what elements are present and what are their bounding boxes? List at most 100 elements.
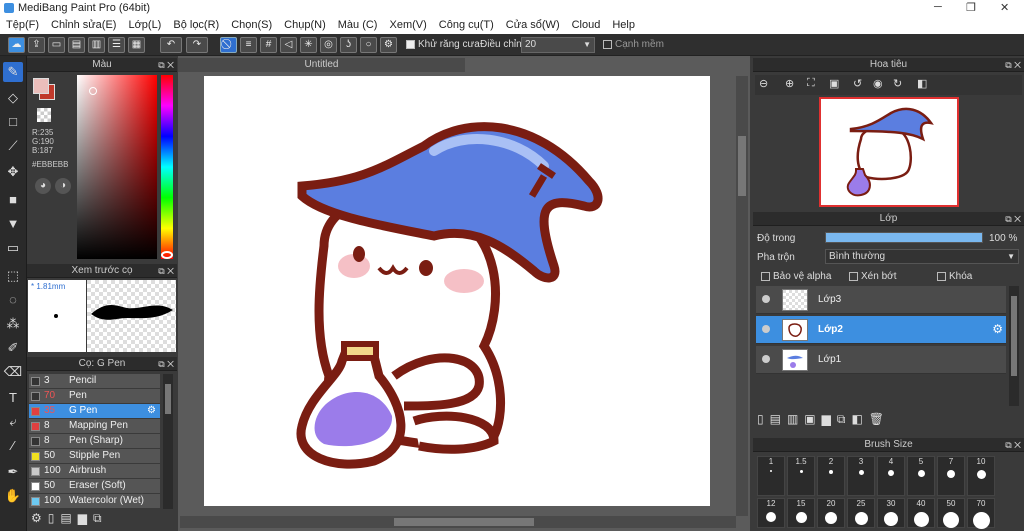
menu-layer[interactable]: Lớp(L) — [122, 19, 167, 31]
vanish-snap-icon[interactable]: ◁ — [280, 37, 297, 53]
cloud-icon[interactable]: ☁ — [8, 37, 25, 53]
saturation-value-picker[interactable] — [77, 75, 157, 259]
hue-slider[interactable] — [161, 75, 173, 259]
text-tool-icon[interactable]: T — [3, 388, 23, 408]
brush-size-option[interactable]: 40 — [907, 498, 935, 528]
panel-buttons-icon[interactable]: ⧉ ✕ — [158, 264, 174, 278]
lasso-tool-icon[interactable]: ◌ — [3, 290, 23, 310]
edge-option[interactable]: Cạnh mềm — [603, 39, 664, 50]
actual-size-icon[interactable]: ▣ — [829, 77, 839, 90]
new-8bit-layer-icon[interactable]: ▥ — [787, 412, 804, 426]
copy-icon[interactable]: ⧉ — [93, 511, 108, 525]
hand-tool-icon[interactable]: ✋ — [3, 486, 23, 506]
ellipse-snap-icon[interactable]: ○ — [360, 37, 377, 53]
brush-size-option[interactable]: 50 — [937, 498, 965, 528]
select-eraser-icon[interactable]: ⌫ — [3, 362, 23, 382]
brush-tool-icon[interactable]: ✎ — [3, 62, 23, 82]
primary-color-swatch[interactable] — [33, 78, 49, 94]
brush-menu-icon[interactable]: ▤ — [60, 511, 77, 525]
brush-item[interactable]: 8 Mapping Pen — [29, 419, 160, 434]
brush-item[interactable]: 50 Stipple Pen — [29, 449, 160, 464]
correction-select[interactable]: 20 ▼ — [521, 37, 595, 53]
cross-snap-icon[interactable]: # — [260, 37, 277, 53]
layer-row[interactable]: Lớp3 — [756, 286, 1006, 314]
minimize-icon[interactable]: ─ — [934, 1, 942, 13]
brush-size-option[interactable]: 2 — [817, 456, 845, 496]
circle-snap-icon[interactable]: ◎ — [320, 37, 337, 53]
duplicate-layer-icon[interactable]: ⧉ — [837, 412, 852, 426]
antialias-checkbox[interactable] — [406, 39, 415, 49]
panel-buttons-icon[interactable]: ⧉ ✕ — [158, 357, 174, 371]
magic-wand-icon[interactable]: ⁂ — [3, 314, 23, 334]
brush-size-option[interactable]: 15 — [787, 498, 815, 528]
brush-size-option[interactable]: 1 — [757, 456, 785, 496]
color-picker-handle[interactable] — [89, 87, 97, 95]
protect-alpha-option[interactable]: Bảo vệ alpha — [761, 271, 831, 282]
brush-item[interactable]: 8 Pen (Sharp) — [29, 434, 160, 449]
parallel-snap-icon[interactable]: ≡ — [240, 37, 257, 53]
antialias-option[interactable]: Khử răng cưa — [406, 39, 480, 50]
menu-window[interactable]: Cửa sổ(W) — [500, 19, 566, 31]
brush-size-option[interactable]: 12 — [757, 498, 785, 528]
add-brush-icon[interactable]: ⚙ — [31, 511, 48, 525]
brush-list-scrollbar[interactable] — [163, 374, 173, 509]
menu-file[interactable]: Tệp(F) — [0, 19, 45, 31]
layer-row-selected[interactable]: Lớp2 ⚙ — [756, 316, 1006, 344]
brush-size-option[interactable]: 20 — [817, 498, 845, 528]
brush-size-option[interactable]: 10 — [967, 456, 995, 496]
brush-size-option[interactable]: 5 — [907, 456, 935, 496]
panel-buttons-icon[interactable]: ⧉ ✕ — [158, 58, 174, 72]
dot-tool-icon[interactable]: □ — [3, 112, 23, 132]
blend-mode-select[interactable]: Bình thường ▼ — [825, 249, 1019, 264]
visibility-eye-icon[interactable] — [762, 295, 770, 303]
brush-size-option[interactable]: 7 — [937, 456, 965, 496]
brush-size-option[interactable]: 25 — [847, 498, 875, 528]
brush-item[interactable]: 100 Watercolor (Wet) — [29, 494, 160, 509]
menu-color[interactable]: Màu (C) — [332, 19, 384, 31]
clip-option[interactable]: Xén bớt — [849, 271, 896, 282]
menu-tools[interactable]: Công cụ(T) — [433, 19, 500, 31]
brush-item[interactable]: 100 Airbrush — [29, 464, 160, 479]
folder-icon[interactable]: ▆ — [78, 511, 93, 525]
layer-row[interactable]: Lớp1 — [756, 346, 1006, 374]
hue-handle[interactable] — [161, 251, 173, 259]
new-layer-icon[interactable]: ▯ — [757, 412, 770, 426]
eraser-tool-icon[interactable]: ◇ — [3, 88, 23, 108]
panel-buttons-icon[interactable]: ⧉ ✕ — [1005, 212, 1021, 226]
brush-size-option[interactable]: 4 — [877, 456, 905, 496]
close-icon[interactable]: ✕ — [1000, 1, 1009, 14]
brush-item-selected[interactable]: 35 G Pen ⚙ — [29, 404, 160, 419]
grid-icon[interactable]: ▦ — [128, 37, 145, 53]
brush-size-option[interactable]: 30 — [877, 498, 905, 528]
scrollbar-thumb[interactable] — [1011, 296, 1017, 376]
rotate-left-icon[interactable]: ↺ — [853, 77, 862, 90]
new-halftone-layer-icon[interactable]: ▤ — [770, 412, 787, 426]
merge-layer-icon[interactable]: ◧ — [851, 412, 868, 426]
radial-snap-icon[interactable]: ✳ — [300, 37, 317, 53]
menu-capture[interactable]: Chụp(N) — [278, 19, 332, 31]
canvas-tab[interactable]: Untitled — [178, 58, 465, 72]
document-icon[interactable]: ▥ — [88, 37, 105, 53]
new-brush-icon[interactable]: ▯ — [48, 511, 61, 525]
zoom-in-icon[interactable]: ⊕ — [785, 77, 794, 90]
reset-rotate-icon[interactable]: ◉ — [873, 77, 883, 90]
eyedropper-tool-icon[interactable]: ⁄ — [3, 436, 23, 456]
drawing-canvas[interactable] — [204, 76, 710, 506]
lock-checkbox[interactable] — [937, 271, 946, 281]
brush-size-option[interactable]: 3 — [847, 456, 875, 496]
menu-help[interactable]: Help — [606, 19, 641, 31]
redo-icon[interactable]: ↷ — [186, 37, 208, 53]
scrollbar-thumb[interactable] — [165, 384, 171, 414]
menu-edit[interactable]: Chỉnh sửa(E) — [45, 19, 122, 31]
brush-item[interactable]: 70 Pen — [29, 389, 160, 404]
clip-checkbox[interactable] — [849, 271, 858, 281]
chat-icon[interactable]: ▤ — [68, 37, 85, 53]
brush-item[interactable]: 50 Eraser (Soft) — [29, 479, 160, 494]
checklist-icon[interactable]: ☰ — [108, 37, 125, 53]
palette-icon[interactable]: ◕ — [35, 178, 51, 194]
canvas-horizontal-scrollbar[interactable] — [180, 516, 736, 528]
gradient-tool-icon[interactable]: ▭ — [3, 238, 23, 258]
menu-view[interactable]: Xem(V) — [383, 19, 432, 31]
flip-icon[interactable]: ◧ — [917, 77, 927, 90]
brush-size-option[interactable]: 70 — [967, 498, 995, 529]
